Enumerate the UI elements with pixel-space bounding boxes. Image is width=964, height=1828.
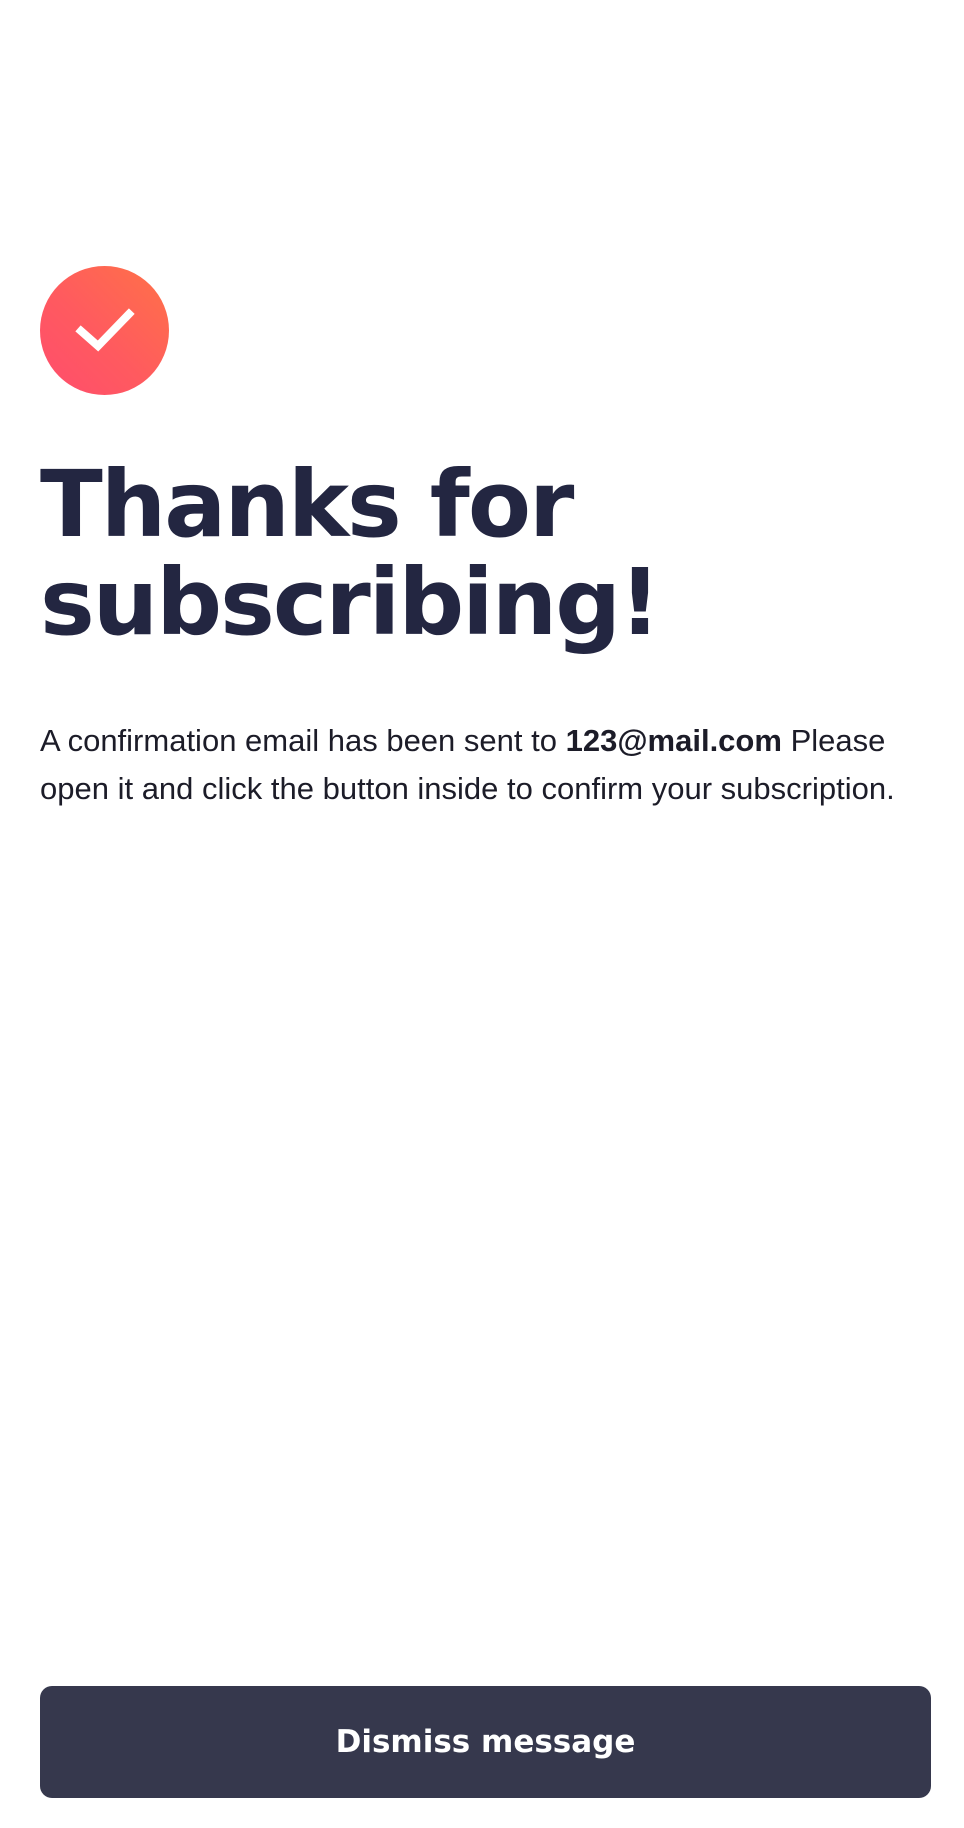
confirmation-message: A confirmation email has been sent to 12… bbox=[40, 717, 930, 813]
email-address: 123@mail.com bbox=[565, 723, 782, 758]
page-title: Thanks for subscribing! bbox=[40, 456, 900, 652]
checkmark-icon bbox=[74, 307, 135, 352]
title-line-2: subscribing! bbox=[40, 549, 661, 656]
message-prefix: A confirmation email has been sent to bbox=[40, 723, 557, 758]
subscription-confirmation-page: Thanks for subscribing! A confirmation e… bbox=[0, 0, 964, 1828]
dismiss-message-button[interactable]: Dismiss message bbox=[40, 1686, 931, 1798]
success-badge bbox=[40, 266, 169, 395]
title-line-1: Thanks for bbox=[40, 451, 574, 558]
